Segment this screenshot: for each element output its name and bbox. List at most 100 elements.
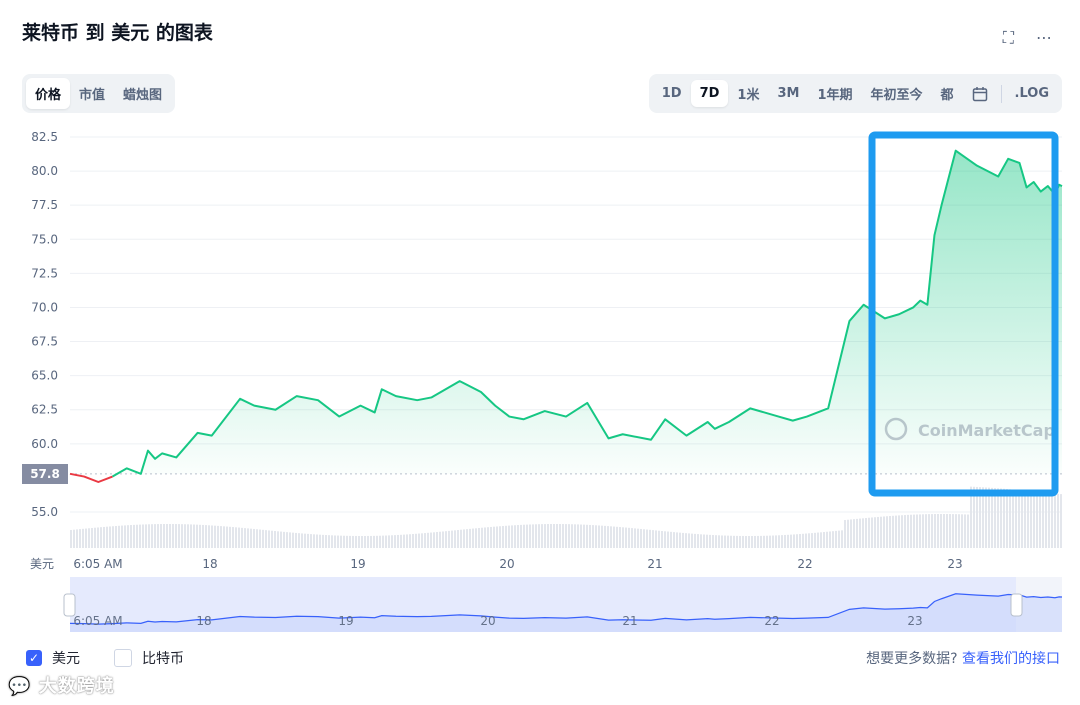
volume-bar: [88, 528, 90, 548]
volume-bar: [1003, 488, 1005, 548]
legend: ✓ 美元 比特币: [26, 648, 218, 668]
volume-bar: [922, 514, 924, 548]
volume-bar: [643, 529, 645, 548]
navigator-left-handle[interactable]: [63, 593, 76, 617]
volume-bar: [340, 535, 342, 548]
volume-bar: [700, 534, 702, 548]
volume-bar: [145, 524, 147, 548]
volume-bar: [175, 524, 177, 548]
volume-bar: [274, 531, 276, 548]
legend-item-usd[interactable]: ✓ 美元: [26, 648, 80, 668]
volume-bar: [790, 534, 792, 548]
volume-bar: [1051, 493, 1053, 548]
volume-bar: [337, 535, 339, 548]
x-tick-label: 22: [797, 557, 812, 571]
volume-bar: [775, 535, 777, 548]
volume-bar: [421, 533, 423, 548]
volume-bar: [199, 524, 201, 548]
x-tick-label: 21: [647, 557, 662, 571]
volume-bar: [460, 529, 462, 548]
navigator-tick-label: 20: [480, 614, 495, 628]
volume-bar: [181, 524, 183, 548]
volume-bar: [856, 518, 858, 548]
volume-bar: [85, 528, 87, 548]
volume-bar: [670, 531, 672, 548]
volume-bar: [799, 534, 801, 548]
api-link[interactable]: 查看我们的接口: [962, 651, 1060, 667]
volume-bar: [928, 514, 930, 548]
volume-bar: [142, 524, 144, 548]
legend-item-btc[interactable]: 比特币: [114, 648, 184, 668]
volume-bar: [217, 525, 219, 548]
volume-bar: [625, 527, 627, 548]
volume-bar: [1039, 492, 1041, 548]
volume-bar: [655, 530, 657, 548]
volume-bar: [91, 527, 93, 548]
volume-bar: [571, 524, 573, 548]
navigator-tick-label: 6:05 AM: [73, 614, 122, 628]
volume-bar: [949, 514, 951, 548]
volume-bar: [184, 524, 186, 548]
volume-bar: [562, 524, 564, 548]
navigator[interactable]: 6:05 AM 18 19 20 21 22 23: [63, 577, 1063, 632]
volume-bar: [829, 531, 831, 548]
checkbox-unchecked-icon[interactable]: [114, 649, 132, 667]
volume-bar: [1021, 490, 1023, 548]
volume-bar: [565, 524, 567, 548]
volume-bar: [661, 530, 663, 548]
api-promo: 想要更多数据? 查看我们的接口: [866, 651, 1060, 667]
volume-bar: [481, 527, 483, 548]
volume-bar: [499, 526, 501, 548]
volume-bar: [169, 524, 171, 548]
volume-bar: [436, 532, 438, 548]
volume-bar: [754, 535, 756, 548]
volume-bar: [616, 526, 618, 548]
volume-bar: [658, 530, 660, 548]
volume-bar: [988, 487, 990, 548]
volume-bar: [838, 530, 840, 548]
volume-bar: [955, 514, 957, 548]
volume-bar: [943, 514, 945, 548]
volume-bar: [409, 534, 411, 548]
y-tick-label: 77.5: [31, 198, 58, 212]
navigator-right-handle[interactable]: [1010, 593, 1023, 617]
volume-bar: [718, 535, 720, 548]
volume-bar: [934, 514, 936, 548]
volume-bar: [844, 520, 846, 548]
volume-bar: [301, 533, 303, 548]
volume-bar: [313, 534, 315, 548]
volume-bar: [505, 525, 507, 548]
checkbox-checked-icon[interactable]: ✓: [26, 650, 42, 666]
y-tick-label: 75.0: [31, 232, 58, 246]
volume-bar: [475, 528, 477, 548]
volume-bar: [847, 519, 849, 548]
volume-bar: [766, 535, 768, 548]
volume-bar: [1054, 493, 1056, 548]
price-chart[interactable]: 82.5 80.0 77.5 75.0 72.5 70.0 67.5 65.0 62.5 60.0…: [0, 0, 1080, 640]
volume-bar: [502, 526, 504, 548]
volume-bar: [166, 524, 168, 548]
volume-bar: [574, 524, 576, 548]
current-price-tag: 57.8: [22, 464, 68, 484]
volume-bar: [1030, 491, 1032, 548]
volume-bar: [277, 531, 279, 548]
volume-bar: [412, 534, 414, 548]
volume-bar: [712, 535, 714, 548]
volume-bar: [346, 535, 348, 548]
volume-bar: [100, 527, 102, 548]
volume-bar: [742, 535, 744, 548]
volume-bar: [400, 534, 402, 548]
volume-bar: [793, 534, 795, 548]
volume-bar: [235, 527, 237, 548]
volume-bar: [634, 528, 636, 548]
navigator-tick-label: 21: [622, 614, 637, 628]
volume-bar: [763, 535, 765, 548]
volume-bar: [187, 524, 189, 548]
volume-bar: [817, 532, 819, 548]
volume-bar: [598, 525, 600, 548]
volume-bar: [850, 519, 852, 548]
volume-bar: [760, 535, 762, 548]
volume-bar: [130, 525, 132, 548]
volume-bar: [610, 526, 612, 548]
volume-bar: [877, 516, 879, 548]
